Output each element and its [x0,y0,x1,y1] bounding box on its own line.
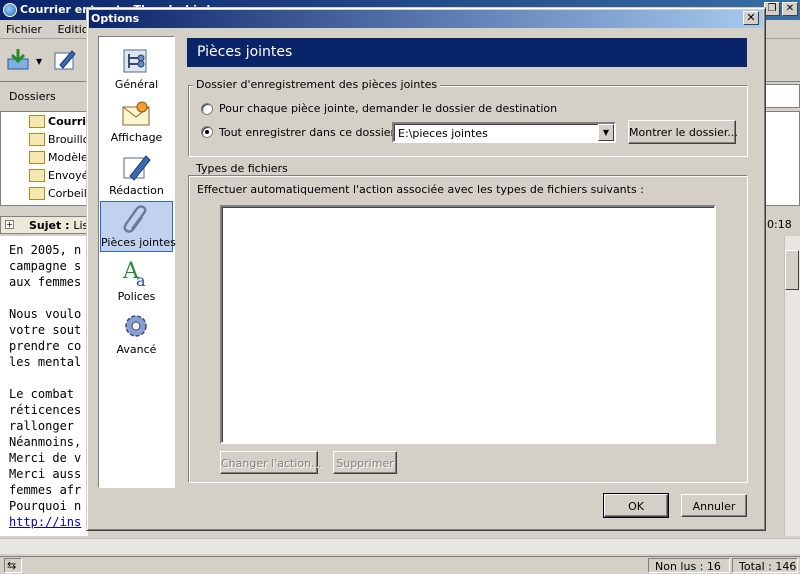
delete-button[interactable]: Supprimer [333,451,397,474]
folder-item-drafts[interactable]: Brouillons [29,133,87,150]
message-lines: En 2005, n campagne s aux femmes Nous voulo… [9,242,88,514]
dialog-close-button[interactable]: ✕ [743,11,759,25]
nav-item-attachments[interactable]: Pièces jointes [100,201,176,252]
save-folder-group-label: Dossier d'enregistrement des pièces join… [193,78,441,91]
get-mail-icon[interactable] [6,47,32,73]
restore-button[interactable]: ❐ [764,2,780,16]
message-line: Merci auss [9,467,82,481]
save-folder-combo[interactable]: E:\pieces jointes [392,122,616,143]
inbox-icon [29,115,45,128]
nav-label-display: Affichage [110,131,163,144]
folder-item-templates[interactable]: Modèles [29,151,87,168]
thunderbird-icon [3,3,17,17]
radio-save-to-folder[interactable] [201,126,213,138]
radio-ask-destination[interactable] [201,103,213,115]
ok-button[interactable]: OK [603,493,669,518]
message-line: prendre co [9,339,82,353]
thread-list [765,111,800,206]
advanced-icon [125,315,147,337]
nav-item-advanced[interactable]: Avancé [100,308,173,358]
nav-item-general[interactable]: Général [100,43,173,93]
sent-icon [29,169,45,182]
general-icon [123,49,147,73]
panel-title: Pièces jointes [187,38,747,67]
chevron-down-icon[interactable]: ▼ [598,124,614,141]
message-body: En 2005, n campagne s aux femmes Nous voulo… [0,236,88,536]
nav-label-advanced: Avancé [116,343,157,356]
options-dialog: Options ✕ Général Affichage Rédaction Pi… [86,7,766,531]
message-line: Le combat [9,387,75,401]
online-status-icon[interactable]: ⇆ [4,558,22,573]
message-line: Pourquoi n [9,499,82,513]
message-line: Nous voulo [9,307,82,321]
attachment-icon [123,205,147,233]
message-line: En 2005, n [9,243,82,257]
folders-pane-label: Dossiers [9,90,56,103]
show-folder-button[interactable]: Montrer le dossier... [628,120,738,144]
message-line: rallonger [9,419,75,433]
folder-item-trash[interactable]: Corbeille [29,187,87,204]
message-link[interactable]: http://ins [9,515,81,529]
drafts-icon [29,133,45,146]
dialog-title: Options [89,10,763,28]
radio-ask-destination-label[interactable]: Pour chaque pièce jointe, demander le do… [219,102,557,115]
composition-icon [123,155,151,181]
display-icon [122,101,150,126]
nav-label-composition: Rédaction [109,184,164,197]
nav-item-display[interactable]: Affichage [100,96,173,146]
nav-label-general: Général [114,78,159,91]
message-line: Néanmoins, [9,435,82,449]
scrollbar-thumb[interactable] [785,250,799,290]
message-time: 0:18 [767,218,792,231]
message-line [9,290,88,306]
expand-header-icon[interactable]: + [5,220,14,229]
get-mail-dropdown-icon[interactable]: ▼ [36,57,42,66]
message-line: votre sout [9,323,82,337]
message-line [9,370,88,386]
cancel-button[interactable]: Annuler [681,494,747,517]
options-category-list: Général Affichage Rédaction Pièces joint… [98,36,176,488]
message-line: femmes afr [9,483,82,497]
file-types-list[interactable] [220,205,716,444]
fonts-icon: A a [122,259,146,288]
nav-item-composition[interactable]: Rédaction [100,149,173,199]
message-line: aux femmes [9,275,82,289]
nav-label-fonts: Polices [117,290,156,303]
message-line: campagne s [9,259,82,273]
search-box[interactable] [765,84,800,108]
write-icon[interactable] [52,47,78,73]
horizontal-scrollbar[interactable] [0,538,800,554]
templates-icon [29,151,45,164]
message-line: réticences [9,403,82,417]
menu-fichier[interactable]: Fichier [0,20,48,36]
file-types-description: Effectuer automatiquement l'action assoc… [197,183,644,196]
message-line: Merci de v [9,451,82,465]
file-types-group-label: Types de fichiers [193,162,291,175]
message-line: les mental [9,355,82,369]
close-window-button[interactable]: ✕ [782,2,798,16]
unread-count: Non lus : 16 [648,558,730,573]
nav-item-fonts[interactable]: A a Polices [100,255,173,305]
folder-tree: Courrier Brouillons Modèles Envoyés Corb… [0,111,88,206]
trash-icon [29,187,45,200]
total-count: Total : 146 [732,558,798,573]
folder-item-sent[interactable]: Envoyés [29,169,87,186]
nav-label-attachments: Pièces jointes [101,236,176,249]
svg-text:a: a [136,271,146,288]
folder-item-inbox[interactable]: Courrier [29,115,87,132]
change-action-button[interactable]: Changer l'action... [220,451,322,474]
radio-save-to-folder-label[interactable]: Tout enregistrer dans ce dossier : [219,126,402,139]
